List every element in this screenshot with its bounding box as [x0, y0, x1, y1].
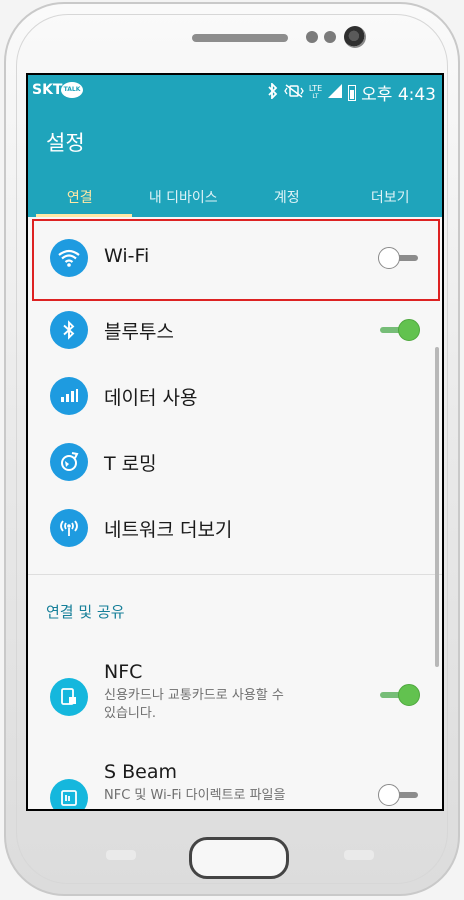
- data-usage-icon: [50, 377, 88, 415]
- wifi-toggle[interactable]: [378, 246, 420, 270]
- bluetooth-label: 블루투스: [104, 321, 174, 343]
- battery-icon: [348, 84, 357, 101]
- setting-row-more-networks[interactable]: 네트워크 더보기: [28, 497, 442, 563]
- setting-row-s-beam[interactable]: S Beam NFC 및 Wi-Fi 다이렉트로 파일을: [28, 755, 442, 809]
- bluetooth-icon: [50, 311, 88, 349]
- nfc-label: NFC: [104, 661, 143, 683]
- home-button[interactable]: [189, 837, 289, 879]
- wifi-label: Wi-Fi: [104, 245, 150, 267]
- section-header-connect-share: 연결 및 공유: [46, 603, 125, 621]
- section-divider: [28, 574, 442, 575]
- setting-row-bluetooth[interactable]: 블루투스: [28, 299, 442, 365]
- tab-accounts[interactable]: 계정: [235, 179, 339, 217]
- wifi-icon: [50, 239, 88, 277]
- scrollbar[interactable]: [435, 347, 439, 667]
- signal-icon: [327, 83, 343, 103]
- clock: 오후 4:43: [361, 85, 436, 105]
- network-sub: LT: [312, 92, 319, 100]
- vibrate-mute-icon: [284, 83, 304, 102]
- status-icons: LTE LT 오후 4:43: [267, 80, 436, 105]
- nfc-icon: [50, 678, 88, 716]
- recent-apps-key[interactable]: [106, 850, 136, 860]
- s-beam-icon: [50, 779, 88, 809]
- setting-row-nfc[interactable]: NFC 신용카드나 교통카드로 사용할 수 있습니다.: [28, 647, 442, 747]
- carrier-label: SKT: [32, 82, 63, 98]
- status-bar: SKT TALK LTE LT 오후 4:43: [28, 75, 442, 109]
- nfc-subtitle-line1: 신용카드나 교통카드로 사용할 수: [104, 688, 284, 703]
- s-beam-label: S Beam: [104, 761, 177, 783]
- tab-connections[interactable]: 연결: [28, 179, 132, 217]
- speaker-grille: [192, 34, 288, 42]
- network-type: LTE: [308, 83, 323, 93]
- back-key[interactable]: [344, 850, 374, 860]
- setting-row-wifi[interactable]: Wi-Fi: [28, 217, 442, 299]
- network-indicator: LTE LT: [308, 83, 323, 101]
- data-usage-label: 데이터 사용: [104, 387, 198, 409]
- light-sensor: [324, 31, 336, 43]
- page-title: 설정: [46, 131, 85, 155]
- phone-screen: SKT TALK LTE LT 오후 4:43 설정 연결 내 디바이스 계정 …: [26, 73, 444, 811]
- setting-row-data-usage[interactable]: 데이터 사용: [28, 365, 442, 431]
- tab-bar: 연결 내 디바이스 계정 더보기: [28, 179, 442, 217]
- tab-my-device[interactable]: 내 디바이스: [132, 179, 236, 217]
- t-roaming-label: T 로밍: [104, 453, 157, 475]
- s-beam-toggle[interactable]: [378, 783, 420, 807]
- network-more-icon: [50, 509, 88, 547]
- roaming-icon: [50, 443, 88, 481]
- bluetooth-status-icon: [267, 81, 279, 103]
- tab-more[interactable]: 더보기: [339, 179, 443, 217]
- s-beam-subtitle: NFC 및 Wi-Fi 다이렉트로 파일을: [104, 788, 286, 803]
- front-camera-icon: [344, 26, 366, 48]
- more-networks-label: 네트워크 더보기: [104, 519, 233, 541]
- nfc-subtitle-line2: 있습니다.: [104, 706, 156, 721]
- setting-row-t-roaming[interactable]: T 로밍: [28, 431, 442, 497]
- nfc-toggle[interactable]: [378, 683, 420, 707]
- proximity-sensor: [306, 31, 318, 43]
- talk-icon: TALK: [61, 82, 83, 98]
- app-bar: 설정 연결 내 디바이스 계정 더보기: [28, 109, 442, 217]
- settings-list: Wi-Fi 블루투스 데이터 사용 T 로밍 네트워크 더보기 연결 및 공유 …: [28, 217, 442, 809]
- bluetooth-toggle[interactable]: [378, 318, 420, 342]
